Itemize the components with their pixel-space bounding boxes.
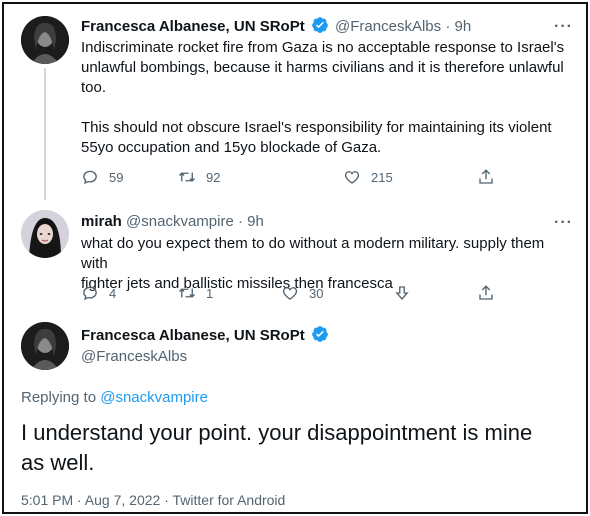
timestamp[interactable]: 9h — [247, 213, 264, 230]
reply-icon — [83, 170, 97, 185]
verified-badge-icon — [311, 16, 329, 40]
author-avatar[interactable] — [21, 16, 69, 64]
tweet-text: Indiscriminate rocket fire from Gaza is … — [81, 38, 571, 158]
tweet-text-line: as well. — [21, 450, 95, 475]
tweet-actions: 4 1 30 — [81, 284, 501, 304]
tweet-text-line: I understand your point. your disappoint… — [21, 420, 533, 445]
like-count: 215 — [371, 169, 393, 185]
author-avatar[interactable] — [21, 210, 69, 258]
replying-to: Replying to @snackvampire — [21, 388, 208, 408]
author-handle[interactable]: @snackvampire — [126, 213, 234, 230]
tweet-text-line: 55yo occupation and 15yo blockade of Gaz… — [81, 139, 382, 156]
reply-button[interactable]: 59 — [81, 168, 123, 186]
tweet-header: Francesca Albanese, UN SRoPt @FranceskAl… — [81, 16, 471, 40]
separator: · — [237, 213, 243, 230]
retweet-icon — [179, 288, 195, 298]
share-icon — [479, 169, 493, 184]
retweet-icon — [179, 172, 195, 182]
heart-icon — [282, 287, 298, 300]
author-handle[interactable]: @FranceskAlbs — [335, 18, 441, 35]
retweet-count: 1 — [206, 285, 214, 301]
thread-connector — [44, 68, 46, 200]
retweet-button[interactable]: 1 — [178, 284, 213, 302]
author-avatar[interactable] — [21, 322, 69, 370]
more-icon[interactable]: ··· — [554, 215, 573, 231]
like-button[interactable]: 215 — [343, 168, 393, 186]
author-name-row: Francesca Albanese, UN SRoPt — [81, 325, 331, 349]
heart-icon — [344, 171, 360, 184]
replying-prefix: Replying to — [21, 389, 97, 406]
more-icon[interactable]: ··· — [554, 19, 573, 35]
tweet-text-line: what do you expect them to do without a … — [81, 235, 545, 272]
tweet-header: mirah @snackvampire · 9h — [81, 212, 264, 232]
retweet-count: 92 — [206, 169, 221, 185]
tweet-1[interactable]: Francesca Albanese, UN SRoPt @FranceskAl… — [4, 4, 586, 204]
tweet-meta-footer[interactable]: 5:01 PM · Aug 7, 2022 · Twitter for Andr… — [21, 490, 285, 510]
share-icon — [479, 285, 493, 300]
replying-handle-link[interactable]: @snackvampire — [100, 389, 208, 406]
downvote-button[interactable] — [393, 284, 421, 302]
tweet-actions: 59 92 215 — [81, 168, 501, 188]
tweet-3-focused[interactable]: Francesca Albanese, UN SRoPt @FranceskAl… — [4, 312, 586, 512]
like-button[interactable]: 30 — [281, 284, 323, 302]
tweet-text: I understand your point. your disappoint… — [21, 418, 561, 478]
screenshot-frame: Francesca Albanese, UN SRoPt @FranceskAl… — [2, 2, 588, 514]
share-button[interactable] — [477, 284, 505, 302]
author-name[interactable]: mirah — [81, 213, 122, 230]
timestamp[interactable]: 9h — [454, 18, 471, 35]
tweet-text-line: Indiscriminate rocket fire from Gaza is … — [81, 39, 565, 56]
reply-icon — [83, 286, 97, 301]
share-button[interactable] — [477, 168, 505, 186]
reply-button[interactable]: 4 — [81, 284, 116, 302]
reply-count: 4 — [109, 285, 117, 301]
like-count: 30 — [309, 285, 324, 301]
author-name[interactable]: Francesca Albanese, UN SRoPt — [81, 327, 305, 344]
separator: · — [445, 18, 451, 35]
tweet-text-line: This should not obscure Israel's respons… — [81, 119, 552, 136]
tweet-2[interactable]: mirah @snackvampire · 9h ··· what do you… — [4, 204, 586, 312]
reply-count: 59 — [109, 169, 124, 185]
author-handle[interactable]: @FranceskAlbs — [81, 347, 187, 367]
tweet-text-line: unlawful bombings, because it harms civi… — [81, 59, 564, 76]
author-name[interactable]: Francesca Albanese, UN SRoPt — [81, 18, 305, 35]
tweet-text-line: too. — [81, 79, 107, 96]
downvote-icon — [395, 286, 409, 301]
retweet-button[interactable]: 92 — [178, 168, 220, 186]
verified-badge-icon — [311, 325, 329, 349]
